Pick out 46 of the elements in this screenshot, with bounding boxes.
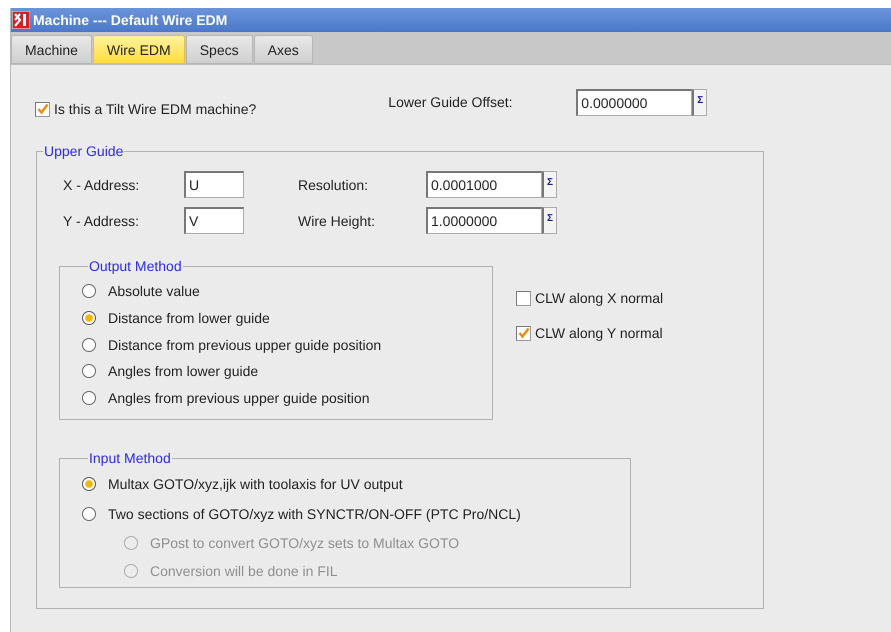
option-label: Absolute value: [108, 283, 200, 300]
checkmark-icon: [36, 103, 48, 115]
radio-button[interactable]: [82, 311, 96, 326]
field-label: Y - Address:: [63, 212, 140, 228]
radio-button[interactable]: [82, 364, 96, 378]
tab[interactable]: Machine: [11, 35, 92, 64]
group-title: Upper Guide: [43, 143, 124, 159]
checkbox-label: CLW along X normal: [535, 290, 664, 306]
group-title: Input Method: [88, 450, 172, 466]
checkbox[interactable]: [516, 326, 531, 340]
field-label: Wire Height:: [298, 212, 376, 228]
radio-button[interactable]: [82, 284, 96, 298]
checkbox[interactable]: [35, 102, 50, 116]
sum-button[interactable]: Σ: [542, 171, 557, 198]
option-label: GPost to convert GOTO/xyz sets to Multax GOTO: [150, 535, 460, 551]
option-label: Distance from previous upper guide position: [108, 336, 382, 353]
option-label: Two sections of GOTO/xyz with SYNCTR/ON-OFF (PTC Pro/NCL): [108, 506, 521, 522]
sum-button[interactable]: Σ: [542, 207, 557, 234]
tab[interactable]: Axes: [254, 35, 313, 64]
checkbox[interactable]: [516, 290, 531, 306]
sum-button[interactable]: Σ: [692, 88, 708, 116]
option-label: Multax GOTO/xyz,ijk with toolaxis for UV output: [108, 476, 403, 492]
address-field[interactable]: U: [184, 171, 244, 198]
lower-guide-offset-field[interactable]: 0.0000000: [576, 88, 692, 116]
option-label: Conversion will be done in FIL: [150, 563, 338, 579]
radio-button[interactable]: [82, 507, 96, 521]
checkmark-icon: [518, 327, 530, 339]
address-field[interactable]: V: [184, 207, 244, 234]
option-label: Angles from previous upper guide position: [108, 390, 370, 406]
tab[interactable]: Wire EDM: [92, 35, 185, 64]
field-label: X - Address:: [63, 176, 140, 192]
window-title: Machine --- Default Wire EDM: [33, 12, 228, 28]
number-field[interactable]: 0.0001000: [426, 171, 542, 198]
tab[interactable]: Specs: [186, 35, 253, 64]
group-title: Output Method: [88, 258, 183, 274]
option-label: Distance from lower guide: [108, 310, 270, 326]
checkbox-label: CLW along Y normal: [535, 325, 663, 341]
checkbox-label: Is this a Tilt Wire EDM machine?: [54, 101, 256, 117]
field-label: Lower Guide Offset:: [388, 94, 514, 110]
option-label: Angles from lower guide: [108, 363, 258, 380]
app-logo-icon: [12, 11, 30, 29]
radio-button[interactable]: [82, 338, 96, 352]
number-field[interactable]: 1.0000000: [426, 207, 542, 234]
radio-button[interactable]: [82, 477, 96, 491]
radio-button[interactable]: [82, 391, 96, 406]
field-label: Resolution:: [298, 176, 370, 192]
